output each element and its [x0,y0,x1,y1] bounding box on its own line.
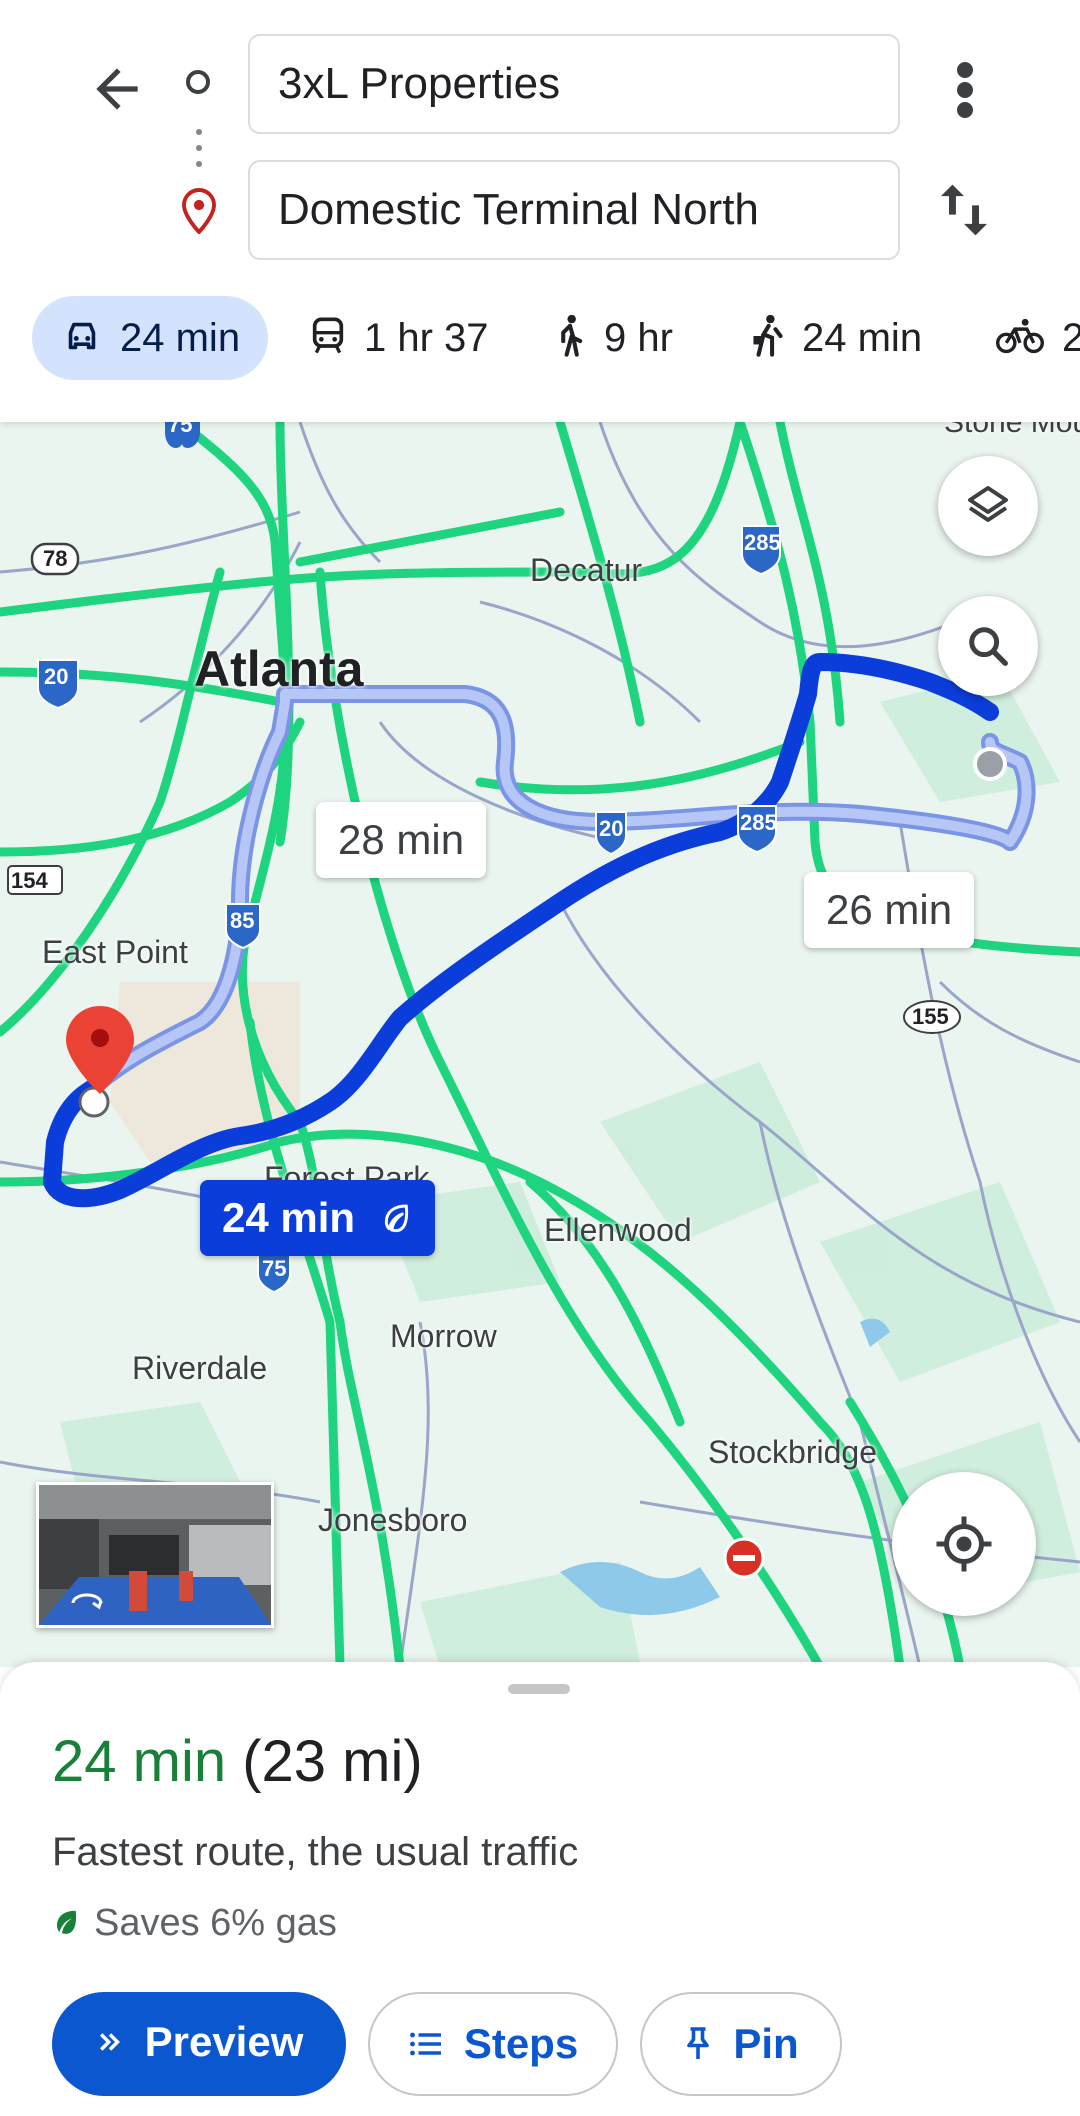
shield-i285-label: 285 [744,530,781,555]
label-decatur: Decatur [530,552,643,588]
eco-leaf-icon [384,1204,408,1233]
route-time-main-label: 24 min [222,1194,356,1241]
label-atlanta: Atlanta [194,641,364,697]
shield-sr154-label: 154 [11,868,48,893]
steps-label: Steps [463,2020,579,2067]
preview-button[interactable]: Preview [52,1992,346,2096]
route-time-alt1-label: 28 min [338,816,465,863]
pin-button[interactable]: Pin [640,1992,842,2096]
pin-icon [687,2027,710,2059]
street-view-thumbnail[interactable] [36,1482,274,1628]
label-ellenwood: Ellenwood [544,1212,692,1248]
route-time-main[interactable]: 24 min [200,1180,435,1256]
tab-transit[interactable]: 1 hr 37 [310,296,489,380]
map-canvas [0,422,1080,1667]
route-dots-icon [196,129,202,167]
origin-input[interactable]: 3xL Properties [248,34,900,134]
back-arrow-icon[interactable] [86,58,148,120]
double-chevron-icon [99,2033,120,2051]
shield-i20-west-label: 20 [44,664,69,689]
shield-i20-east-label: 20 [599,816,624,841]
shield-i75-south-label: 75 [262,1256,287,1281]
label-riverdale: Riverdale [132,1350,268,1386]
shield-sr155-label: 155 [912,1004,949,1029]
tab-cycling-label: 2 [1062,316,1080,360]
pin-label: Pin [733,2020,799,2067]
directions-header: 3xL Properties Domestic Terminal North 2… [0,0,1080,422]
route-description: Fastest route, the usual traffic [52,1830,579,1874]
map-view[interactable]: 75 285 78 20 154 85 20 285 155 75 Stone … [0,422,1080,1667]
origin-circle-icon [186,70,210,94]
tab-driving-label: 24 min [120,316,241,360]
list-icon [409,2032,441,2056]
drag-handle[interactable] [508,1684,570,1694]
label-morrow: Morrow [390,1318,497,1354]
layers-button[interactable] [938,456,1038,556]
route-time-alt1[interactable]: 28 min [316,802,487,878]
tab-cycling[interactable]: 2 [996,296,1080,380]
label-jonesboro: Jonesboro [318,1502,468,1538]
label-stone-mountain: Stone Mountain [944,422,1080,439]
steps-button[interactable]: Steps [368,1992,618,2096]
tab-rideshare-label: 24 min [802,316,923,360]
gas-savings: Saves 6% gas [52,1902,337,1945]
shield-us78-label: 78 [43,546,68,571]
search-icon [969,627,1008,666]
destination-pin-icon [182,188,216,234]
label-stockbridge: Stockbridge [708,1434,877,1470]
tab-driving[interactable]: 24 min [32,296,269,380]
more-options-icon[interactable] [950,60,980,120]
preview-label: Preview [144,2018,304,2065]
swap-directions-icon[interactable] [936,180,992,240]
tab-walking[interactable]: 9 hr [554,296,673,380]
eco-leaf-icon [57,1910,77,1934]
transit-icon [312,317,344,354]
route-time-alt2[interactable]: 26 min [804,872,975,948]
bike-icon [996,319,1044,354]
label-east-point: East Point [42,934,188,970]
route-time-alt2-label: 26 min [826,886,953,933]
my-location-icon [936,1516,992,1572]
shield-i85-label: 85 [230,908,255,933]
shield-i75-label: 75 [168,422,193,437]
route-summary-sheet[interactable]: 24 min (23 mi) Fastest route, the usual … [0,1662,1080,2116]
duration-value: 24 min [52,1729,227,1794]
search-map-button[interactable] [938,596,1038,696]
tab-rideshare[interactable]: 24 min [750,296,922,380]
distance-value: (23 mi) [242,1729,423,1794]
route-duration: 24 min (23 mi) [52,1728,423,1795]
walk-icon [561,315,583,358]
layers-icon [968,486,1008,522]
travel-mode-tabs: 24 min 1 hr 37 9 hr 24 min 2 [0,296,1080,380]
shield-i285-east-label: 285 [740,810,777,835]
destination-input[interactable]: Domestic Terminal North [248,160,900,260]
tab-transit-label: 1 hr 37 [364,316,489,360]
car-icon [68,323,96,350]
my-location-button[interactable] [892,1472,1036,1616]
rideshare-icon [753,315,783,358]
gas-savings-label: Saves 6% gas [94,1902,337,1944]
tab-walking-label: 9 hr [604,316,673,360]
street-view-image [39,1485,271,1625]
